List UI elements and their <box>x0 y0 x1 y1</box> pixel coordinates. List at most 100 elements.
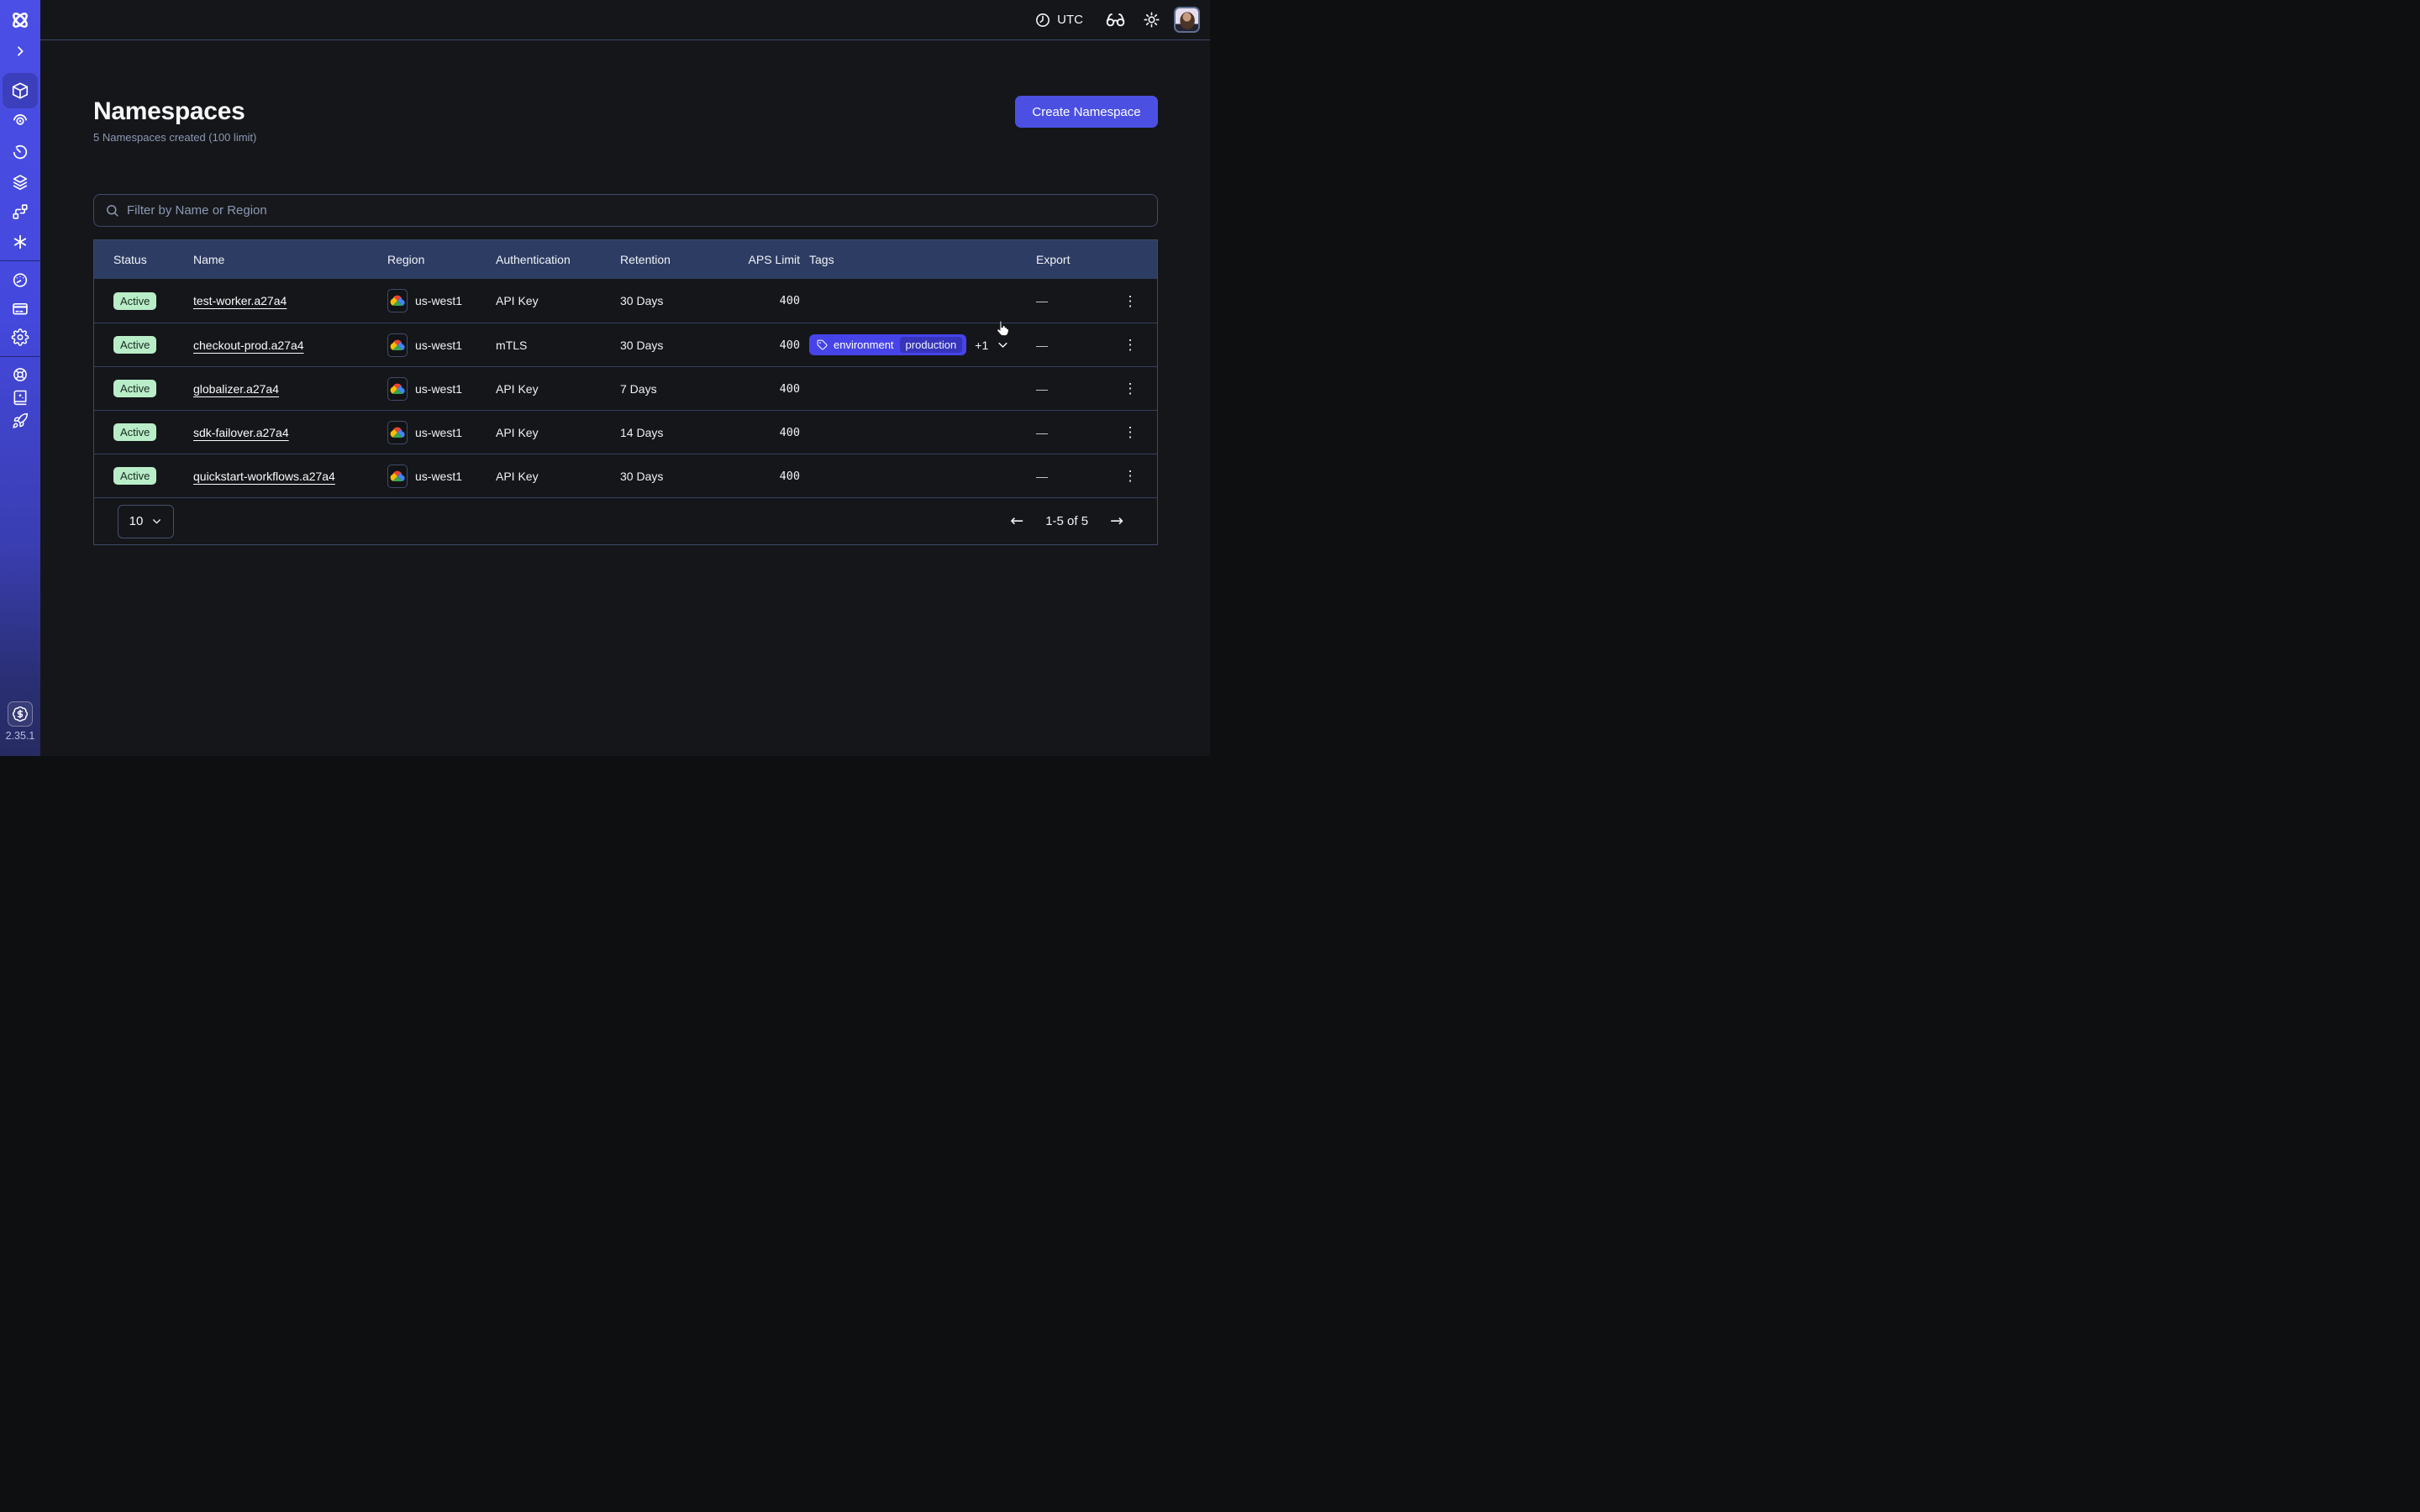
rocket-icon <box>12 412 29 429</box>
region-label: us-west1 <box>415 339 462 352</box>
row-menu-button[interactable]: ⋮ <box>1118 291 1143 312</box>
sidebar: 2.35.1 <box>0 0 40 756</box>
namespace-link[interactable]: sdk-failover.a27a4 <box>193 426 289 439</box>
sidebar-item-support[interactable] <box>12 366 29 383</box>
cube-icon <box>11 81 29 100</box>
topbar: UTC <box>40 0 1210 40</box>
retention-label: 30 Days <box>620 339 713 352</box>
dollar-badge-icon <box>12 706 29 722</box>
tag-value: production <box>900 337 963 353</box>
next-page-button[interactable]: → <box>1110 513 1123 529</box>
table-row: Active test-worker.a27a4 us-west1 API Ke… <box>94 279 1157 323</box>
col-header-aps-limit: APS Limit <box>713 253 800 266</box>
theme-toggle-button[interactable] <box>1143 11 1160 29</box>
sidebar-item-usage[interactable] <box>12 271 29 289</box>
tag-key: environment <box>834 339 894 351</box>
retention-label: 30 Days <box>620 470 713 483</box>
col-header-tags: Tags <box>800 253 1036 266</box>
main-content: Namespaces 5 Namespaces created (100 lim… <box>40 40 1210 756</box>
retention-label: 7 Days <box>620 382 713 396</box>
table-pagination: 10 ← 1-5 of 5 → <box>94 497 1157 544</box>
retention-label: 14 Days <box>620 426 713 439</box>
sidebar-expand-chevron-icon[interactable] <box>13 45 27 58</box>
namespace-link[interactable]: quickstart-workflows.a27a4 <box>193 470 335 483</box>
sidebar-item-docs[interactable] <box>12 389 29 406</box>
namespace-link[interactable]: checkout-prod.a27a4 <box>193 339 304 352</box>
sidebar-item-nexus[interactable] <box>11 202 29 221</box>
clock-icon <box>1034 12 1051 29</box>
auth-label: API Key <box>496 382 620 396</box>
insights-icon <box>11 111 29 129</box>
app-version: 2.35.1 <box>0 730 40 742</box>
sidebar-item-billing[interactable] <box>12 300 29 318</box>
col-header-retention: Retention <box>620 253 713 266</box>
gcp-cloud-icon <box>387 333 408 357</box>
table-row: Active globalizer.a27a4 us-west1 API Key… <box>94 366 1157 410</box>
credits-badge-button[interactable] <box>8 701 33 727</box>
table-row: Active checkout-prod.a27a4 us-west1 mTLS… <box>94 323 1157 366</box>
tags-expand-chevron-icon[interactable] <box>997 339 1009 351</box>
page-size-select[interactable]: 10 <box>118 505 174 538</box>
sidebar-item-insights[interactable] <box>11 111 29 129</box>
sidebar-item-getting-started[interactable] <box>12 412 29 429</box>
app-window: 2.35.1 UTC Namespaces 5 Namespaces <box>0 0 1210 756</box>
workflow-branch-icon <box>11 202 29 221</box>
sun-icon <box>1143 11 1160 29</box>
table-row: Active sdk-failover.a27a4 us-west1 API K… <box>94 410 1157 454</box>
row-menu-button[interactable]: ⋮ <box>1118 378 1143 399</box>
aps-limit-value: 400 <box>780 339 800 352</box>
glasses-button[interactable] <box>1105 9 1126 30</box>
tags-more-count: +1 <box>975 339 988 352</box>
sidebar-divider <box>0 356 40 357</box>
row-menu-button[interactable]: ⋮ <box>1118 334 1143 355</box>
status-badge: Active <box>113 423 156 441</box>
export-value: — <box>1036 294 1103 307</box>
asterisk-icon <box>11 233 29 251</box>
auth-label: API Key <box>496 426 620 439</box>
sidebar-item-deployments[interactable] <box>11 173 29 192</box>
timezone-selector[interactable]: UTC <box>1034 12 1083 29</box>
filter-input[interactable] <box>127 203 1146 218</box>
auth-label: API Key <box>496 470 620 483</box>
row-menu-button[interactable]: ⋮ <box>1118 465 1143 486</box>
aps-limit-value: 400 <box>780 294 800 307</box>
region-label: us-west1 <box>415 294 462 307</box>
sidebar-item-integrations[interactable] <box>11 233 29 251</box>
create-namespace-button[interactable]: Create Namespace <box>1015 96 1158 128</box>
export-value: — <box>1036 339 1103 352</box>
search-icon <box>105 203 119 218</box>
prev-page-button[interactable]: ← <box>1010 513 1023 529</box>
gcp-cloud-icon <box>387 421 408 444</box>
layers-icon <box>11 173 29 192</box>
lifebuoy-icon <box>12 366 29 383</box>
status-badge: Active <box>113 336 156 354</box>
status-badge: Active <box>113 380 156 397</box>
tag-chip: environment production <box>809 334 966 355</box>
sidebar-item-settings[interactable] <box>12 328 29 346</box>
export-value: — <box>1036 382 1103 396</box>
table-row: Active quickstart-workflows.a27a4 us-wes… <box>94 454 1157 497</box>
page-subtitle: 5 Namespaces created (100 limit) <box>93 131 1158 144</box>
user-avatar[interactable] <box>1174 7 1200 33</box>
timer-icon <box>11 143 29 161</box>
glasses-icon <box>1105 9 1126 30</box>
namespaces-table: Status Name Region Authentication Retent… <box>93 239 1158 545</box>
temporal-logo-icon[interactable] <box>9 9 31 31</box>
filter-bar <box>93 194 1158 227</box>
aps-limit-value: 400 <box>780 470 800 483</box>
namespace-link[interactable]: globalizer.a27a4 <box>193 382 279 396</box>
table-header-row: Status Name Region Authentication Retent… <box>94 240 1157 279</box>
status-badge: Active <box>113 467 156 485</box>
aps-limit-value: 400 <box>780 426 800 439</box>
retention-label: 30 Days <box>620 294 713 307</box>
namespace-link[interactable]: test-worker.a27a4 <box>193 294 287 307</box>
row-menu-button[interactable]: ⋮ <box>1118 422 1143 443</box>
sidebar-item-namespaces[interactable] <box>3 73 38 108</box>
gear-icon <box>12 328 29 346</box>
gcp-cloud-icon <box>387 465 408 488</box>
col-header-name: Name <box>193 253 387 266</box>
gcp-cloud-icon <box>387 289 408 312</box>
gauge-icon <box>12 271 29 289</box>
sidebar-item-schedules[interactable] <box>11 143 29 161</box>
pagination-range-label: 1-5 of 5 <box>1045 514 1088 528</box>
